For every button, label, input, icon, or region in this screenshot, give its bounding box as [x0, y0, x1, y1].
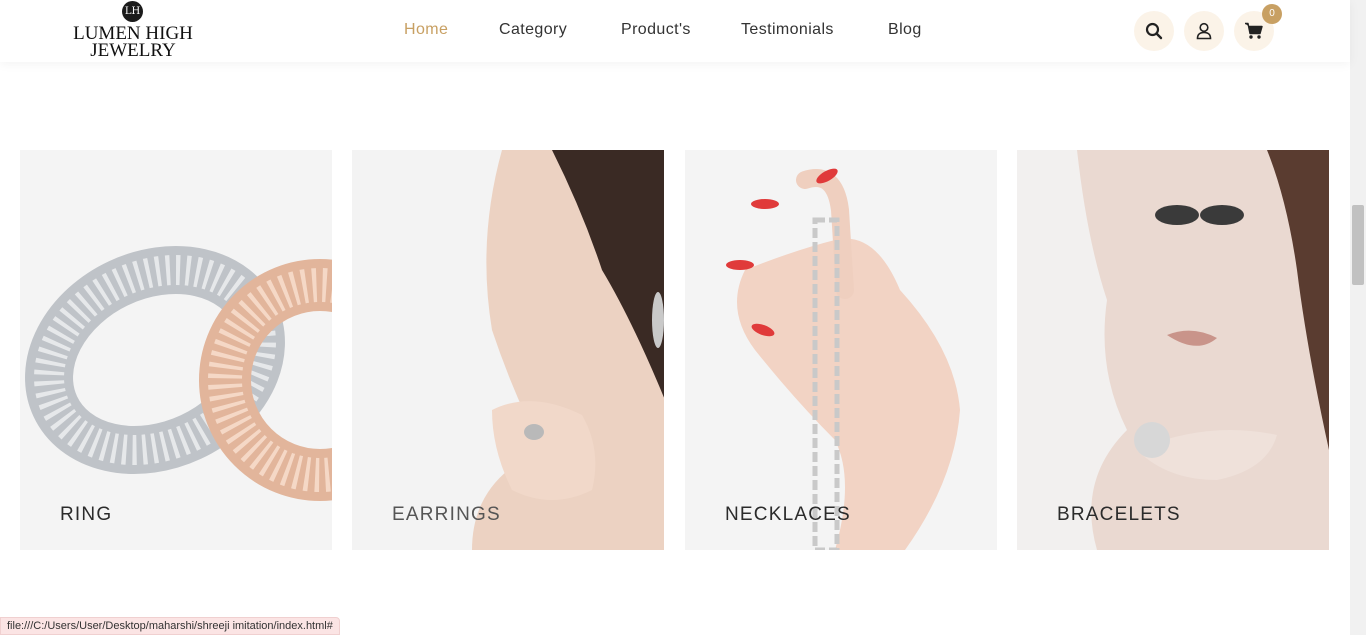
- site-header: LH LUMEN HIGH JEWELRY Home Category Prod…: [0, 0, 1350, 62]
- nav-category[interactable]: Category: [499, 21, 567, 39]
- page-scrollbar[interactable]: [1350, 0, 1366, 635]
- search-button[interactable]: [1134, 11, 1174, 51]
- category-card-ring[interactable]: RING: [20, 150, 332, 550]
- category-card-bracelets[interactable]: BRACELETS: [1017, 150, 1329, 550]
- search-icon: [1145, 22, 1163, 40]
- cart-count-badge: 0: [1262, 4, 1282, 24]
- brand-logo[interactable]: LH LUMEN HIGH JEWELRY: [70, 0, 196, 62]
- category-label: RING: [60, 504, 113, 525]
- category-label: BRACELETS: [1057, 504, 1181, 525]
- rings-image: [25, 246, 332, 501]
- user-icon: [1196, 22, 1212, 40]
- earrings-model-image: [352, 150, 664, 550]
- necklace-hand-image: [685, 150, 997, 550]
- bracelet-model-image: [1017, 150, 1329, 550]
- account-button[interactable]: [1184, 11, 1224, 51]
- category-label: NECKLACES: [725, 504, 851, 525]
- browser-status-url: file:///C:/Users/User/Desktop/maharshi/s…: [0, 617, 340, 635]
- logo-text-line2: JEWELRY: [90, 40, 176, 61]
- category-card-necklaces[interactable]: NECKLACES: [685, 150, 997, 550]
- nav-home[interactable]: Home: [404, 21, 448, 39]
- nav-testimonials[interactable]: Testimonials: [741, 21, 834, 39]
- nav-blog[interactable]: Blog: [888, 21, 922, 39]
- cart-icon: [1245, 22, 1263, 39]
- category-card-earrings[interactable]: EARRINGS: [352, 150, 664, 550]
- logo-monogram: LH: [122, 1, 143, 22]
- scrollbar-thumb[interactable]: [1352, 205, 1364, 285]
- nav-products[interactable]: Product's: [621, 21, 691, 39]
- category-label: EARRINGS: [392, 504, 501, 525]
